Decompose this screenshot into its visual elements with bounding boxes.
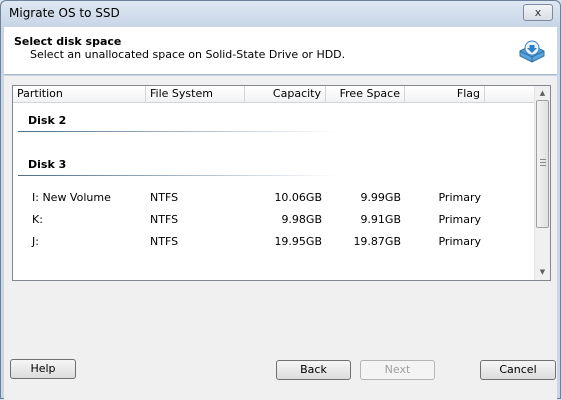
table-row[interactable]: I: New Volume NTFS 10.06GB 9.99GB Primar… [13,188,535,208]
disk-3-label[interactable]: Disk 3 [28,158,66,171]
table-row[interactable]: J: NTFS 19.95GB 19.87GB Primary [13,232,535,252]
cell-free-space: 19.87GB [353,235,401,248]
column-header-spacer [485,86,535,103]
cell-partition: J: [32,235,39,248]
cell-file-system: NTFS [150,191,179,204]
table-header: Partition File System Capacity Free Spac… [13,86,535,103]
cell-file-system: NTFS [150,213,179,226]
cell-file-system: NTFS [150,235,179,248]
column-header-file-system[interactable]: File System [146,86,245,103]
cell-partition: K: [32,213,43,226]
cell-capacity: 19.95GB [274,235,322,248]
title-bar[interactable]: Migrate OS to SSD x [1,1,560,27]
window-title: Migrate OS to SSD [9,6,120,20]
disk-2-label[interactable]: Disk 2 [28,114,66,127]
close-icon: x [534,6,542,19]
column-header-flag[interactable]: Flag [405,86,485,103]
content-area: Partition File System Capacity Free Spac… [4,76,557,400]
disk-3-divider [18,175,338,176]
wizard-header: Select disk space Select an unallocated … [4,27,557,75]
cancel-button[interactable]: Cancel [480,360,556,380]
back-button[interactable]: Back [276,360,351,380]
table-body: Disk 2 Disk 3 I: New Volume NTFS 10.06GB… [13,104,535,280]
scroll-down-arrow-icon[interactable]: ▼ [535,265,550,280]
scrollbar-grip-icon [540,159,546,166]
disk-2-divider [18,131,338,132]
table-row[interactable]: K: NTFS 9.98GB 9.91GB Primary [13,210,535,230]
cell-capacity: 9.98GB [281,213,322,226]
vertical-scrollbar[interactable]: ▲ ▼ [534,86,550,280]
column-header-partition[interactable]: Partition [13,86,146,103]
step-title: Select disk space [14,35,122,48]
cell-flag: Primary [438,213,481,226]
scroll-up-arrow-icon[interactable]: ▲ [535,86,550,101]
step-subtitle: Select an unallocated space on Solid-Sta… [30,48,346,61]
close-button[interactable]: x [523,4,553,21]
help-button[interactable]: Help [10,359,76,379]
next-button[interactable]: Next [360,360,435,380]
cell-capacity: 10.06GB [274,191,322,204]
cell-free-space: 9.91GB [360,213,401,226]
column-header-free-space[interactable]: Free Space [326,86,405,103]
disk-download-icon [519,40,545,63]
cell-flag: Primary [438,235,481,248]
cell-partition: I: New Volume [32,191,111,204]
cell-flag: Primary [438,191,481,204]
migrate-os-dialog: Migrate OS to SSD x Select disk space Se… [0,0,561,400]
scrollbar-thumb[interactable] [536,100,549,228]
partition-table[interactable]: Partition File System Capacity Free Spac… [12,85,551,281]
cell-free-space: 9.99GB [360,191,401,204]
column-header-capacity[interactable]: Capacity [245,86,326,103]
